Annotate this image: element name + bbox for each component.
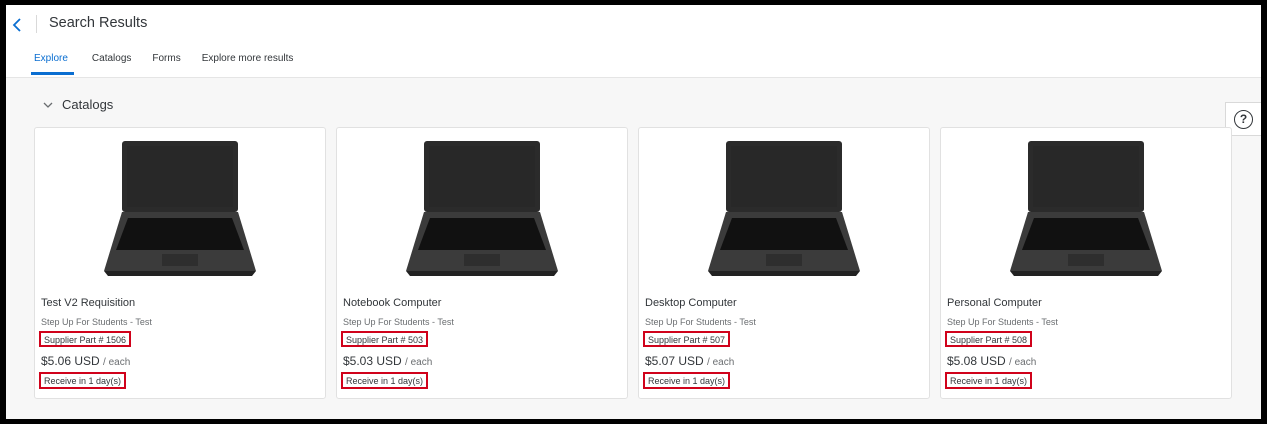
catalog-card[interactable]: Notebook Computer Step Up For Students -…	[336, 127, 628, 399]
laptop-image	[704, 138, 864, 278]
catalogs-section-toggle[interactable]: Catalogs	[43, 97, 113, 112]
results-content: Catalogs ? Test V2 Requisition Step Up F…	[6, 78, 1261, 419]
delivery-time: Receive in 1 day(s)	[643, 372, 731, 389]
tab-bar: Explore Catalogs Forms Explore more resu…	[31, 49, 302, 77]
app-window: Search Results Explore Catalogs Forms Ex…	[0, 0, 1267, 424]
supplier-part-number: Supplier Part # 1506	[39, 331, 132, 347]
section-title: Catalogs	[62, 97, 114, 112]
supplier-part-number: Supplier Part # 507	[643, 331, 731, 347]
tab-catalogs[interactable]: Catalogs	[89, 49, 140, 71]
price-value: $5.08 USD	[947, 354, 1006, 368]
page-title: Search Results	[49, 15, 148, 31]
product-title[interactable]: Test V2 Requisition	[41, 297, 135, 309]
chevron-down-icon	[43, 102, 53, 108]
price-unit: / each	[707, 357, 735, 368]
tab-explore[interactable]: Explore	[31, 49, 77, 75]
supplier-name: Step Up For Students - Test	[645, 317, 756, 327]
back-button[interactable]	[8, 14, 26, 36]
supplier-name: Step Up For Students - Test	[41, 317, 152, 327]
price-value: $5.06 USD	[41, 354, 100, 368]
chevron-left-icon	[12, 18, 21, 32]
price-value: $5.03 USD	[343, 354, 402, 368]
catalog-card[interactable]: Personal Computer Step Up For Students -…	[940, 127, 1232, 399]
delivery-time: Receive in 1 day(s)	[945, 372, 1033, 389]
laptop-image	[1006, 138, 1166, 278]
catalog-card[interactable]: Test V2 Requisition Step Up For Students…	[34, 127, 326, 399]
price-value: $5.07 USD	[645, 354, 704, 368]
page-header: Search Results Explore Catalogs Forms Ex…	[6, 5, 1261, 78]
supplier-part-number: Supplier Part # 508	[945, 331, 1033, 347]
price-unit: / each	[1009, 357, 1037, 368]
price-unit: / each	[405, 357, 433, 368]
supplier-name: Step Up For Students - Test	[343, 317, 454, 327]
product-title[interactable]: Notebook Computer	[343, 297, 441, 309]
price-unit: / each	[103, 357, 131, 368]
laptop-image	[402, 138, 562, 278]
laptop-image	[100, 138, 260, 278]
header-divider	[36, 15, 37, 33]
supplier-part-number: Supplier Part # 503	[341, 331, 429, 347]
tab-explore-more-results[interactable]: Explore more results	[199, 49, 303, 71]
product-title[interactable]: Desktop Computer	[645, 297, 737, 309]
supplier-name: Step Up For Students - Test	[947, 317, 1058, 327]
price: $5.07 USD / each	[645, 354, 734, 368]
tab-forms[interactable]: Forms	[149, 49, 189, 71]
price: $5.08 USD / each	[947, 354, 1036, 368]
delivery-time: Receive in 1 day(s)	[39, 372, 127, 389]
price: $5.03 USD / each	[343, 354, 432, 368]
help-icon: ?	[1234, 109, 1253, 129]
product-title[interactable]: Personal Computer	[947, 297, 1042, 309]
catalog-card[interactable]: Desktop Computer Step Up For Students - …	[638, 127, 930, 399]
delivery-time: Receive in 1 day(s)	[341, 372, 429, 389]
price: $5.06 USD / each	[41, 354, 130, 368]
